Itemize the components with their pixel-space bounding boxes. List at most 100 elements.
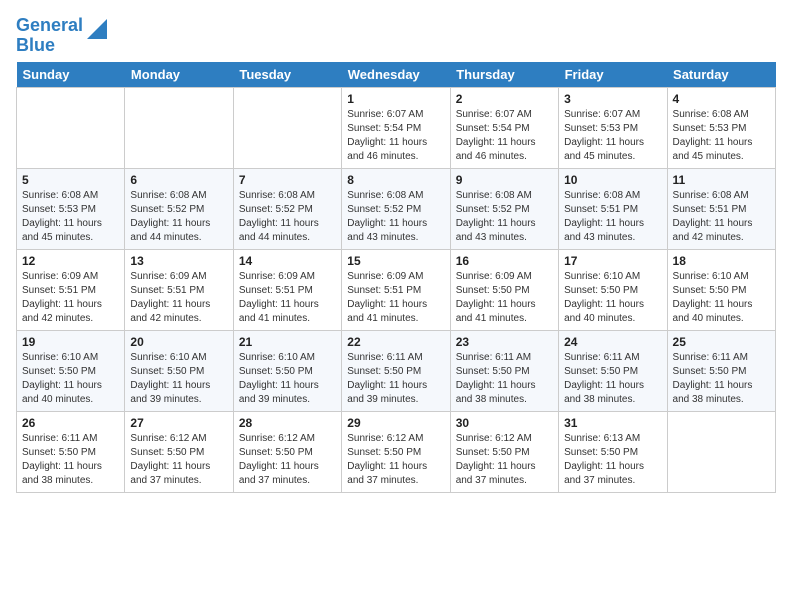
week-row-3: 12Sunrise: 6:09 AM Sunset: 5:51 PM Dayli… [17, 249, 776, 330]
day-info: Sunrise: 6:07 AM Sunset: 5:53 PM Dayligh… [564, 108, 661, 164]
day-header-tuesday: Tuesday [233, 62, 341, 88]
day-number: 29 [347, 416, 444, 430]
calendar-cell [233, 87, 341, 168]
day-header-friday: Friday [559, 62, 667, 88]
page-header: GeneralBlue [16, 16, 776, 56]
calendar-cell: 31 Sunrise: 6:13 AM Sunset: 5:50 PM Dayli… [559, 411, 667, 492]
day-number: 2 [456, 92, 553, 106]
logo-text: GeneralBlue [16, 16, 83, 56]
day-number: 19 [22, 335, 119, 349]
day-number: 11 [673, 173, 770, 187]
day-number: 21 [239, 335, 336, 349]
day-info: Sunrise: 6:12 AM Sunset: 5:50 PM Dayligh… [347, 432, 444, 488]
calendar-cell: 5 Sunrise: 6:08 AM Sunset: 5:53 PM Daylig… [17, 168, 125, 249]
day-header-saturday: Saturday [667, 62, 775, 88]
day-info: Sunrise: 6:07 AM Sunset: 5:54 PM Dayligh… [456, 108, 553, 164]
day-header-wednesday: Wednesday [342, 62, 450, 88]
calendar-cell [667, 411, 775, 492]
day-header-monday: Monday [125, 62, 233, 88]
day-info: Sunrise: 6:09 AM Sunset: 5:51 PM Dayligh… [130, 270, 227, 326]
calendar-cell [17, 87, 125, 168]
day-info: Sunrise: 6:11 AM Sunset: 5:50 PM Dayligh… [22, 432, 119, 488]
day-number: 3 [564, 92, 661, 106]
day-header-thursday: Thursday [450, 62, 558, 88]
day-info: Sunrise: 6:09 AM Sunset: 5:51 PM Dayligh… [22, 270, 119, 326]
calendar-cell: 29 Sunrise: 6:12 AM Sunset: 5:50 PM Dayli… [342, 411, 450, 492]
day-number: 20 [130, 335, 227, 349]
calendar-cell: 3 Sunrise: 6:07 AM Sunset: 5:53 PM Daylig… [559, 87, 667, 168]
calendar-cell: 25 Sunrise: 6:11 AM Sunset: 5:50 PM Dayli… [667, 330, 775, 411]
day-info: Sunrise: 6:08 AM Sunset: 5:53 PM Dayligh… [22, 189, 119, 245]
day-info: Sunrise: 6:08 AM Sunset: 5:52 PM Dayligh… [456, 189, 553, 245]
calendar-cell: 18Sunrise: 6:10 AM Sunset: 5:50 PM Dayli… [667, 249, 775, 330]
day-number: 30 [456, 416, 553, 430]
calendar-cell: 23 Sunrise: 6:11 AM Sunset: 5:50 PM Dayli… [450, 330, 558, 411]
day-info: Sunrise: 6:11 AM Sunset: 5:50 PM Dayligh… [564, 351, 661, 407]
calendar-cell: 26 Sunrise: 6:11 AM Sunset: 5:50 PM Dayli… [17, 411, 125, 492]
day-number: 31 [564, 416, 661, 430]
day-info: Sunrise: 6:07 AM Sunset: 5:54 PM Dayligh… [347, 108, 444, 164]
day-number: 9 [456, 173, 553, 187]
day-info: Sunrise: 6:08 AM Sunset: 5:53 PM Dayligh… [673, 108, 770, 164]
day-number: 27 [130, 416, 227, 430]
day-info: Sunrise: 6:08 AM Sunset: 5:51 PM Dayligh… [564, 189, 661, 245]
week-row-2: 5 Sunrise: 6:08 AM Sunset: 5:53 PM Daylig… [17, 168, 776, 249]
day-info: Sunrise: 6:11 AM Sunset: 5:50 PM Dayligh… [347, 351, 444, 407]
day-header-sunday: Sunday [17, 62, 125, 88]
day-number: 1 [347, 92, 444, 106]
day-number: 4 [673, 92, 770, 106]
week-row-4: 19 Sunrise: 6:10 AM Sunset: 5:50 PM Dayli… [17, 330, 776, 411]
calendar-cell: 6 Sunrise: 6:08 AM Sunset: 5:52 PM Daylig… [125, 168, 233, 249]
day-info: Sunrise: 6:10 AM Sunset: 5:50 PM Dayligh… [130, 351, 227, 407]
day-info: Sunrise: 6:11 AM Sunset: 5:50 PM Dayligh… [673, 351, 770, 407]
calendar-cell: 21Sunrise: 6:10 AM Sunset: 5:50 PM Dayli… [233, 330, 341, 411]
calendar-cell: 13 Sunrise: 6:09 AM Sunset: 5:51 PM Dayli… [125, 249, 233, 330]
calendar-cell: 16Sunrise: 6:09 AM Sunset: 5:50 PM Dayli… [450, 249, 558, 330]
day-info: Sunrise: 6:08 AM Sunset: 5:52 PM Dayligh… [130, 189, 227, 245]
days-header-row: SundayMondayTuesdayWednesdayThursdayFrid… [17, 62, 776, 88]
day-info: Sunrise: 6:08 AM Sunset: 5:52 PM Dayligh… [347, 189, 444, 245]
calendar-cell: 7 Sunrise: 6:08 AM Sunset: 5:52 PM Daylig… [233, 168, 341, 249]
logo-arrow-icon [87, 19, 107, 39]
calendar-cell [125, 87, 233, 168]
day-number: 13 [130, 254, 227, 268]
day-info: Sunrise: 6:09 AM Sunset: 5:50 PM Dayligh… [456, 270, 553, 326]
calendar-cell: 30 Sunrise: 6:12 AM Sunset: 5:50 PM Dayli… [450, 411, 558, 492]
calendar-cell: 1 Sunrise: 6:07 AM Sunset: 5:54 PM Daylig… [342, 87, 450, 168]
day-number: 18 [673, 254, 770, 268]
logo: GeneralBlue [16, 16, 107, 56]
calendar-cell: 12Sunrise: 6:09 AM Sunset: 5:51 PM Dayli… [17, 249, 125, 330]
calendar-cell: 8 Sunrise: 6:08 AM Sunset: 5:52 PM Daylig… [342, 168, 450, 249]
day-number: 15 [347, 254, 444, 268]
day-info: Sunrise: 6:11 AM Sunset: 5:50 PM Dayligh… [456, 351, 553, 407]
calendar-cell: 4 Sunrise: 6:08 AM Sunset: 5:53 PM Daylig… [667, 87, 775, 168]
day-number: 17 [564, 254, 661, 268]
day-number: 10 [564, 173, 661, 187]
day-number: 7 [239, 173, 336, 187]
day-info: Sunrise: 6:10 AM Sunset: 5:50 PM Dayligh… [564, 270, 661, 326]
day-number: 22 [347, 335, 444, 349]
day-info: Sunrise: 6:13 AM Sunset: 5:50 PM Dayligh… [564, 432, 661, 488]
calendar-cell: 14 Sunrise: 6:09 AM Sunset: 5:51 PM Dayli… [233, 249, 341, 330]
week-row-5: 26 Sunrise: 6:11 AM Sunset: 5:50 PM Dayli… [17, 411, 776, 492]
calendar-cell: 20 Sunrise: 6:10 AM Sunset: 5:50 PM Dayli… [125, 330, 233, 411]
day-info: Sunrise: 6:12 AM Sunset: 5:50 PM Dayligh… [456, 432, 553, 488]
calendar-cell: 24 Sunrise: 6:11 AM Sunset: 5:50 PM Dayli… [559, 330, 667, 411]
day-number: 5 [22, 173, 119, 187]
day-number: 26 [22, 416, 119, 430]
day-number: 14 [239, 254, 336, 268]
day-number: 8 [347, 173, 444, 187]
day-info: Sunrise: 6:09 AM Sunset: 5:51 PM Dayligh… [347, 270, 444, 326]
day-info: Sunrise: 6:08 AM Sunset: 5:51 PM Dayligh… [673, 189, 770, 245]
calendar-cell: 19 Sunrise: 6:10 AM Sunset: 5:50 PM Dayli… [17, 330, 125, 411]
day-number: 23 [456, 335, 553, 349]
calendar-cell: 17 Sunrise: 6:10 AM Sunset: 5:50 PM Dayli… [559, 249, 667, 330]
day-info: Sunrise: 6:08 AM Sunset: 5:52 PM Dayligh… [239, 189, 336, 245]
day-info: Sunrise: 6:10 AM Sunset: 5:50 PM Dayligh… [22, 351, 119, 407]
calendar-cell: 28Sunrise: 6:12 AM Sunset: 5:50 PM Dayli… [233, 411, 341, 492]
day-number: 6 [130, 173, 227, 187]
day-info: Sunrise: 6:09 AM Sunset: 5:51 PM Dayligh… [239, 270, 336, 326]
day-number: 24 [564, 335, 661, 349]
day-number: 25 [673, 335, 770, 349]
calendar-cell: 10 Sunrise: 6:08 AM Sunset: 5:51 PM Dayli… [559, 168, 667, 249]
